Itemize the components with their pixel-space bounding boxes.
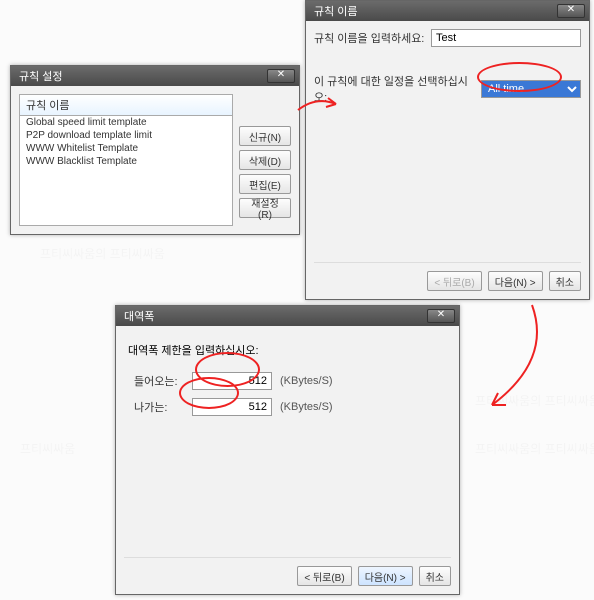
list-item[interactable]: WWW Blacklist Template (20, 155, 232, 168)
window-title: 대역폭 (124, 308, 427, 324)
new-button[interactable]: 신규(N) (239, 126, 291, 146)
schedule-select[interactable]: All time (481, 80, 581, 98)
titlebar[interactable]: 대역폭 ✕ (116, 306, 459, 326)
rule-list-header: 규칙 이름 (19, 94, 233, 116)
titlebar[interactable]: 규칙 이름 ✕ (306, 1, 589, 21)
window-title: 규칙 설정 (19, 68, 267, 84)
incoming-input[interactable] (192, 372, 272, 390)
delete-button[interactable]: 삭제(D) (239, 150, 291, 170)
rule-name-input[interactable] (431, 29, 581, 47)
window-title: 규칙 이름 (314, 3, 557, 19)
incoming-label: 들어오는: (134, 373, 184, 389)
list-item[interactable]: WWW Whitelist Template (20, 142, 232, 155)
list-item[interactable]: P2P download template limit (20, 129, 232, 142)
cancel-button[interactable]: 취소 (549, 271, 581, 291)
unit-label: (KBytes/S) (280, 401, 333, 413)
reset-button[interactable]: 재설정(R) (239, 198, 291, 218)
back-button: < 뒤로(B) (427, 271, 481, 291)
rule-settings-window: 규칙 설정 ✕ 규칙 이름 Global speed limit templat… (10, 65, 300, 235)
schedule-prompt-label: 이 규칙에 대한 일정을 선택하십시오: (314, 73, 481, 105)
rule-name-window: 규칙 이름 ✕ 규칙 이름을 입력하세요: 이 규칙에 대한 일정을 선택하십시… (305, 0, 590, 300)
cancel-button[interactable]: 취소 (419, 566, 451, 586)
edit-button[interactable]: 편집(E) (239, 174, 291, 194)
annotation-arrow (462, 300, 552, 420)
next-button[interactable]: 다음(N) > (358, 566, 413, 586)
close-icon[interactable]: ✕ (267, 69, 295, 83)
bandwidth-window: 대역폭 ✕ 대역폭 제한을 입력하십시오: 들어오는: (KBytes/S) 나… (115, 305, 460, 595)
back-button[interactable]: < 뒤로(B) (297, 566, 351, 586)
outgoing-label: 나가는: (134, 399, 184, 415)
name-prompt-label: 규칙 이름을 입력하세요: (314, 30, 431, 46)
titlebar[interactable]: 규칙 설정 ✕ (11, 66, 299, 86)
next-button[interactable]: 다음(N) > (488, 271, 543, 291)
list-item[interactable]: Global speed limit template (20, 116, 232, 129)
outgoing-input[interactable] (192, 398, 272, 416)
close-icon[interactable]: ✕ (427, 309, 455, 323)
close-icon[interactable]: ✕ (557, 4, 585, 18)
unit-label: (KBytes/S) (280, 375, 333, 387)
rule-list[interactable]: Global speed limit template P2P download… (19, 116, 233, 226)
bandwidth-prompt-label: 대역폭 제한을 입력하십시오: (128, 342, 451, 358)
